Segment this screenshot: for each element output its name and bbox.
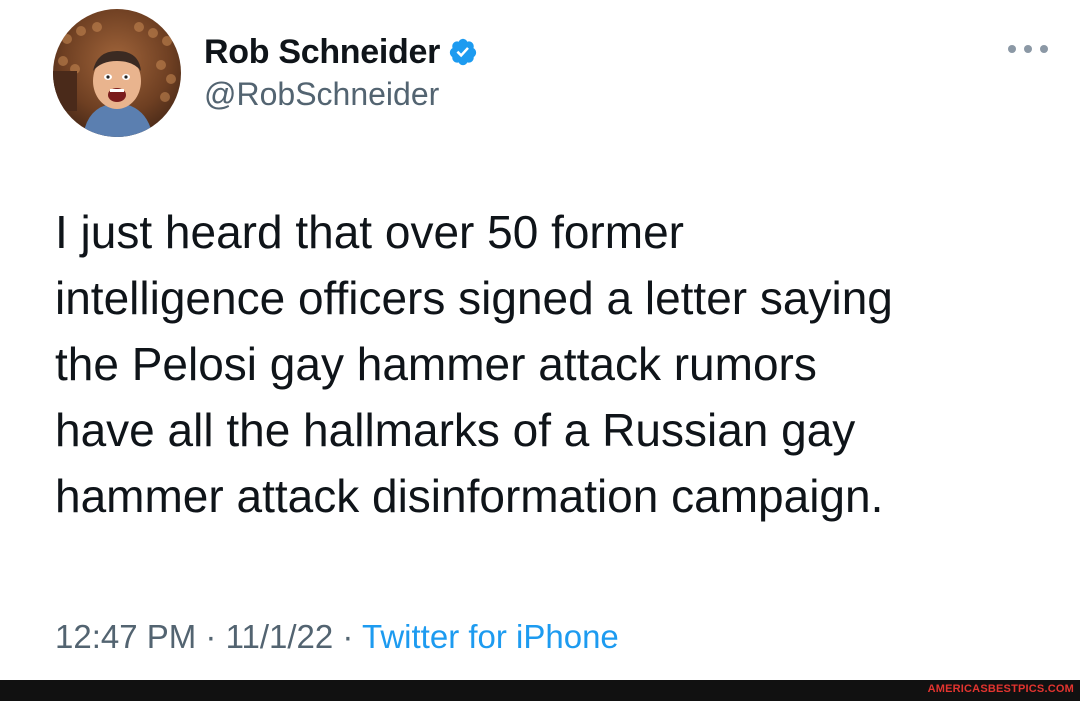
- more-dot: [1040, 45, 1048, 53]
- tweet-screenshot: Rob Schneider @RobSchneider I just heard…: [0, 0, 1080, 701]
- tweet-source-link[interactable]: Twitter for iPhone: [362, 618, 619, 655]
- avatar[interactable]: [53, 9, 181, 137]
- author-handle[interactable]: @RobSchneider: [204, 76, 439, 113]
- more-dot: [1008, 45, 1016, 53]
- verified-badge-icon: [448, 37, 478, 67]
- tweet-metadata: 12:47 PM · 11/1/22 · Twitter for iPhone: [55, 618, 619, 656]
- tweet-text: I just heard that over 50 former intelli…: [55, 206, 893, 522]
- more-options-icon[interactable]: [1008, 42, 1048, 56]
- watermark-text: AMERICASBESTPICS.COM: [927, 683, 1074, 695]
- tweet-time[interactable]: 12:47 PM: [55, 618, 196, 655]
- meta-separator: ·: [205, 618, 217, 655]
- author-name-row: Rob Schneider: [204, 30, 478, 74]
- avatar-image: [53, 9, 181, 137]
- watermark-bar: AMERICASBESTPICS.COM: [0, 680, 1080, 701]
- more-dot: [1024, 45, 1032, 53]
- meta-separator: ·: [342, 618, 354, 655]
- display-name[interactable]: Rob Schneider: [204, 33, 440, 72]
- tweet-date[interactable]: 11/1/22: [226, 618, 334, 655]
